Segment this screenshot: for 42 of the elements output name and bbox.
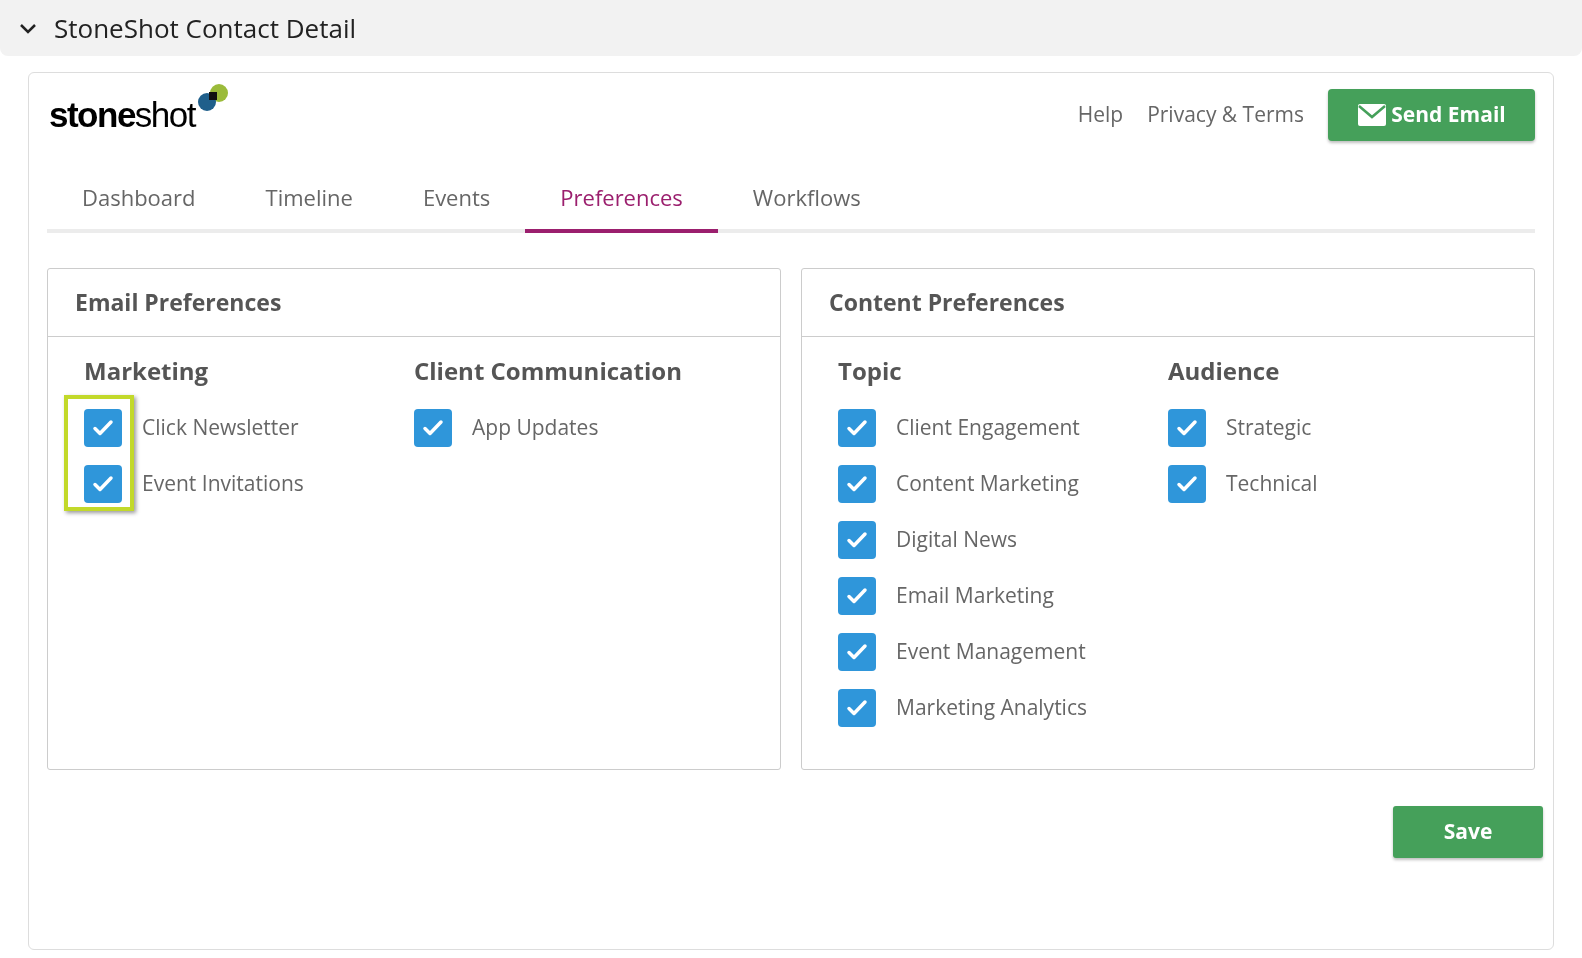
checkbox[interactable]: [84, 465, 122, 503]
tab[interactable]: Preferences: [525, 165, 718, 233]
checkbox[interactable]: [1168, 465, 1206, 503]
checkbox-label: Technical: [1226, 468, 1318, 500]
logo-icon: [195, 82, 229, 113]
checkbox[interactable]: [838, 409, 876, 447]
checkbox-label: Event Invitations: [142, 468, 304, 500]
envelope-icon: [1357, 103, 1388, 127]
checkbox-label: Email Marketing: [896, 580, 1054, 612]
panel-title: Content Preferences: [802, 269, 1534, 337]
checkbox[interactable]: [838, 521, 876, 559]
checkbox[interactable]: [414, 409, 452, 447]
section-title: StoneShot Contact Detail: [54, 8, 357, 48]
panel-title: Email Preferences: [48, 269, 780, 337]
checkbox-label: Event Management: [896, 636, 1086, 668]
checkbox-label: Digital News: [896, 524, 1018, 556]
checkbox[interactable]: [84, 409, 122, 447]
checkbox-label: Client Engagement: [896, 412, 1080, 444]
tab[interactable]: Workflows: [717, 165, 896, 233]
group-heading: Marketing: [84, 353, 210, 389]
checkbox-label: Click Newsletter: [142, 412, 299, 444]
group-heading: Topic: [838, 353, 903, 389]
checkbox[interactable]: [838, 689, 876, 727]
checkbox-label: Strategic: [1226, 412, 1312, 444]
nav-link[interactable]: Privacy & Terms: [1147, 99, 1304, 131]
save-button[interactable]: Save: [1393, 806, 1543, 858]
logo: stoneshot: [49, 88, 229, 142]
group-heading: Client Communication: [414, 353, 683, 389]
checkbox[interactable]: [838, 633, 876, 671]
send-email-button[interactable]: Send Email: [1328, 89, 1535, 141]
checkbox-label: Marketing Analytics: [896, 692, 1087, 724]
checkbox[interactable]: [838, 577, 876, 615]
tab[interactable]: Events: [387, 165, 526, 233]
checkbox[interactable]: [1168, 409, 1206, 447]
checkbox[interactable]: [838, 465, 876, 503]
tab[interactable]: Timeline: [230, 165, 388, 233]
checkbox-label: Content Marketing: [896, 468, 1079, 500]
group-heading: Audience: [1168, 353, 1281, 389]
checkbox-label: App Updates: [472, 412, 599, 444]
section-header[interactable]: StoneShot Contact Detail: [0, 0, 1582, 56]
tab[interactable]: Dashboard: [47, 165, 231, 233]
nav-link[interactable]: Help: [1077, 99, 1124, 131]
